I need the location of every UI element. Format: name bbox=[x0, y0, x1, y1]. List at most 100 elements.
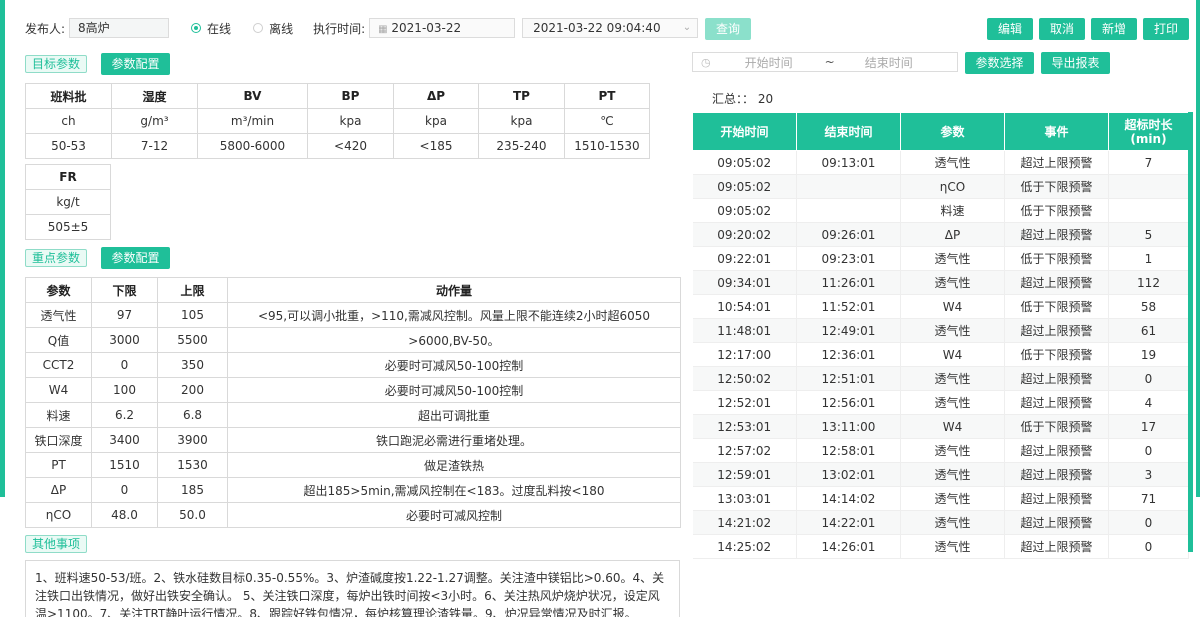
key-cell: 必要时可减风50-100控制 bbox=[227, 377, 681, 403]
print-button[interactable]: 打印 bbox=[1143, 18, 1189, 40]
event-cell: 0 bbox=[1108, 438, 1189, 463]
table-row[interactable]: 12:17:00 12:36:01 W4 低于下限预警 19 bbox=[692, 342, 1189, 367]
table-row[interactable]: 13:03:01 14:14:02 透气性 超过上限预警 71 bbox=[692, 486, 1189, 511]
event-cell: 4 bbox=[1108, 390, 1189, 415]
event-cell: 透气性 bbox=[900, 462, 1005, 487]
event-cell: 透气性 bbox=[900, 534, 1005, 559]
radio-offline[interactable]: 离线 bbox=[253, 20, 293, 37]
cancel-button[interactable]: 取消 bbox=[1039, 18, 1085, 40]
range-separator: ~ bbox=[824, 55, 835, 69]
key-cell: 透气性 bbox=[25, 302, 92, 328]
key-cell: PT bbox=[25, 452, 92, 478]
time-range-picker[interactable]: ◷ 开始时间 ~ 结束时间 bbox=[692, 52, 958, 72]
table-row: ΔP 0 185 超出185>5min,需减风控制在<183。过度乱料按<180 bbox=[25, 477, 681, 503]
value-cell: <185 bbox=[393, 133, 479, 159]
table-row[interactable]: 09:20:02 09:26:01 ΔP 超过上限预警 5 bbox=[692, 222, 1189, 247]
event-cell: 09:22:01 bbox=[692, 246, 797, 271]
event-cell: 17 bbox=[1108, 414, 1189, 439]
publisher-field[interactable]: 8高炉 bbox=[69, 18, 170, 38]
radio-online[interactable]: 在线 bbox=[191, 20, 231, 37]
key-header-cell: 动作量 bbox=[227, 277, 681, 303]
summary-count: 汇总：： 20 bbox=[712, 92, 774, 106]
event-cell: 12:51:01 bbox=[796, 366, 901, 391]
radio-online-label: 在线 bbox=[207, 21, 232, 36]
radio-checked-icon bbox=[191, 23, 202, 33]
event-cell: 超过上限预警 bbox=[1004, 390, 1109, 415]
key-cell: ΔP bbox=[25, 477, 92, 503]
table-row[interactable]: 12:53:01 13:11:00 W4 低于下限预警 17 bbox=[692, 414, 1189, 439]
table-row[interactable]: 09:05:02 09:13:01 透气性 超过上限预警 7 bbox=[692, 150, 1189, 175]
event-cell: 14:25:02 bbox=[692, 534, 797, 559]
event-cell: 5 bbox=[1108, 222, 1189, 247]
event-cell bbox=[1108, 198, 1189, 223]
key-config-button[interactable]: 参数配置 bbox=[101, 247, 170, 269]
event-cell bbox=[796, 174, 901, 199]
query-button[interactable]: 查询 bbox=[705, 18, 751, 40]
events-table: 开始时间 结束时间 参数 事件 超标时长(min) 09:05:02 09:13:… bbox=[692, 112, 1189, 559]
key-cell: CCT2 bbox=[25, 352, 92, 378]
event-cell: 超过上限预警 bbox=[1004, 366, 1109, 391]
event-cell: 112 bbox=[1108, 270, 1189, 295]
date-picker[interactable]: ▦ 2021-03-22 bbox=[369, 18, 516, 38]
date-value: 2021-03-22 bbox=[391, 21, 462, 35]
target-params-table: 班料批 湿度 BV BP ΔP TP PT ch g/m³ m³/min kpa… bbox=[25, 83, 650, 159]
table-row[interactable]: 09:05:02 料速 低于下限预警 bbox=[692, 198, 1189, 223]
edit-button[interactable]: 编辑 bbox=[987, 18, 1033, 40]
key-header-cell: 下限 bbox=[91, 277, 158, 303]
event-cell bbox=[1108, 174, 1189, 199]
table-row[interactable]: 14:25:02 14:26:01 透气性 超过上限预警 0 bbox=[692, 534, 1189, 559]
table-row[interactable]: 12:52:01 12:56:01 透气性 超过上限预警 4 bbox=[692, 390, 1189, 415]
event-cell: 12:36:01 bbox=[796, 342, 901, 367]
key-params-body: 透气性 97 105 <95,可以调小批重，>110,需减风控制。风量上限不能连续2小… bbox=[25, 302, 681, 528]
other-matters-tag: 其他事项 bbox=[25, 535, 88, 553]
event-cell: 12:50:02 bbox=[692, 366, 797, 391]
event-cell: 09:23:01 bbox=[796, 246, 901, 271]
key-cell: 100 bbox=[91, 377, 158, 403]
param-select-button[interactable]: 参数选择 bbox=[965, 52, 1034, 74]
event-cell: 透气性 bbox=[900, 270, 1005, 295]
event-cell: 1 bbox=[1108, 246, 1189, 271]
event-header-cell: 事件 bbox=[1004, 112, 1109, 151]
event-cell: 低于下限预警 bbox=[1004, 246, 1109, 271]
target-header-cell: TP bbox=[478, 83, 565, 109]
target-header-cell: FR bbox=[25, 164, 111, 190]
datetime-select[interactable]: 2021-03-22 09:04:40 ⌄ bbox=[522, 18, 699, 38]
event-header-cell: 参数 bbox=[900, 112, 1005, 151]
key-cell: 3000 bbox=[91, 327, 158, 353]
events-scrollbar[interactable] bbox=[1188, 112, 1193, 552]
table-header-row: FR bbox=[25, 164, 111, 190]
event-cell bbox=[796, 198, 901, 223]
clock-icon: ◷ bbox=[701, 55, 711, 69]
key-cell: 必要时可减风50-100控制 bbox=[227, 352, 681, 378]
table-row[interactable]: 10:54:01 11:52:01 W4 低于下限预警 58 bbox=[692, 294, 1189, 319]
export-report-button[interactable]: 导出报表 bbox=[1041, 52, 1110, 74]
add-button[interactable]: 新增 bbox=[1091, 18, 1137, 40]
event-cell: 13:11:00 bbox=[796, 414, 901, 439]
table-row: 50-53 7-12 5800-6000 <420 <185 235-240 1… bbox=[25, 133, 650, 159]
radio-unchecked-icon bbox=[253, 23, 264, 33]
key-cell: 105 bbox=[157, 302, 228, 328]
key-cell: 必要时可减风控制 bbox=[227, 502, 681, 528]
key-cell: 185 bbox=[157, 477, 228, 503]
event-cell: 14:21:02 bbox=[692, 510, 797, 535]
table-row[interactable]: 12:59:01 13:02:01 透气性 超过上限预警 3 bbox=[692, 462, 1189, 487]
table-row[interactable]: 11:48:01 12:49:01 透气性 超过上限预警 61 bbox=[692, 318, 1189, 343]
event-cell: 0 bbox=[1108, 534, 1189, 559]
table-row[interactable]: 09:34:01 11:26:01 透气性 超过上限预警 112 bbox=[692, 270, 1189, 295]
target-header-cell: 班料批 bbox=[25, 83, 112, 109]
table-row[interactable]: 09:05:02 ηCO 低于下限预警 bbox=[692, 174, 1189, 199]
event-cell: 12:59:01 bbox=[692, 462, 797, 487]
table-row[interactable]: 14:21:02 14:22:01 透气性 超过上限预警 0 bbox=[692, 510, 1189, 535]
target-config-button[interactable]: 参数配置 bbox=[101, 53, 170, 75]
event-cell: 11:52:01 bbox=[796, 294, 901, 319]
event-cell: 12:52:01 bbox=[692, 390, 797, 415]
key-cell: 铁口深度 bbox=[25, 427, 92, 453]
event-cell: 超过上限预警 bbox=[1004, 150, 1109, 175]
table-row: 505±5 bbox=[25, 214, 111, 240]
table-row[interactable]: 09:22:01 09:23:01 透气性 低于下限预警 1 bbox=[692, 246, 1189, 271]
target-header-cell: ΔP bbox=[393, 83, 479, 109]
table-row[interactable]: 12:50:02 12:51:01 透气性 超过上限预警 0 bbox=[692, 366, 1189, 391]
key-params-tag: 重点参数 bbox=[25, 249, 88, 267]
exec-time-label: 执行时间: bbox=[313, 21, 366, 36]
table-row[interactable]: 12:57:02 12:58:01 透气性 超过上限预警 0 bbox=[692, 438, 1189, 463]
